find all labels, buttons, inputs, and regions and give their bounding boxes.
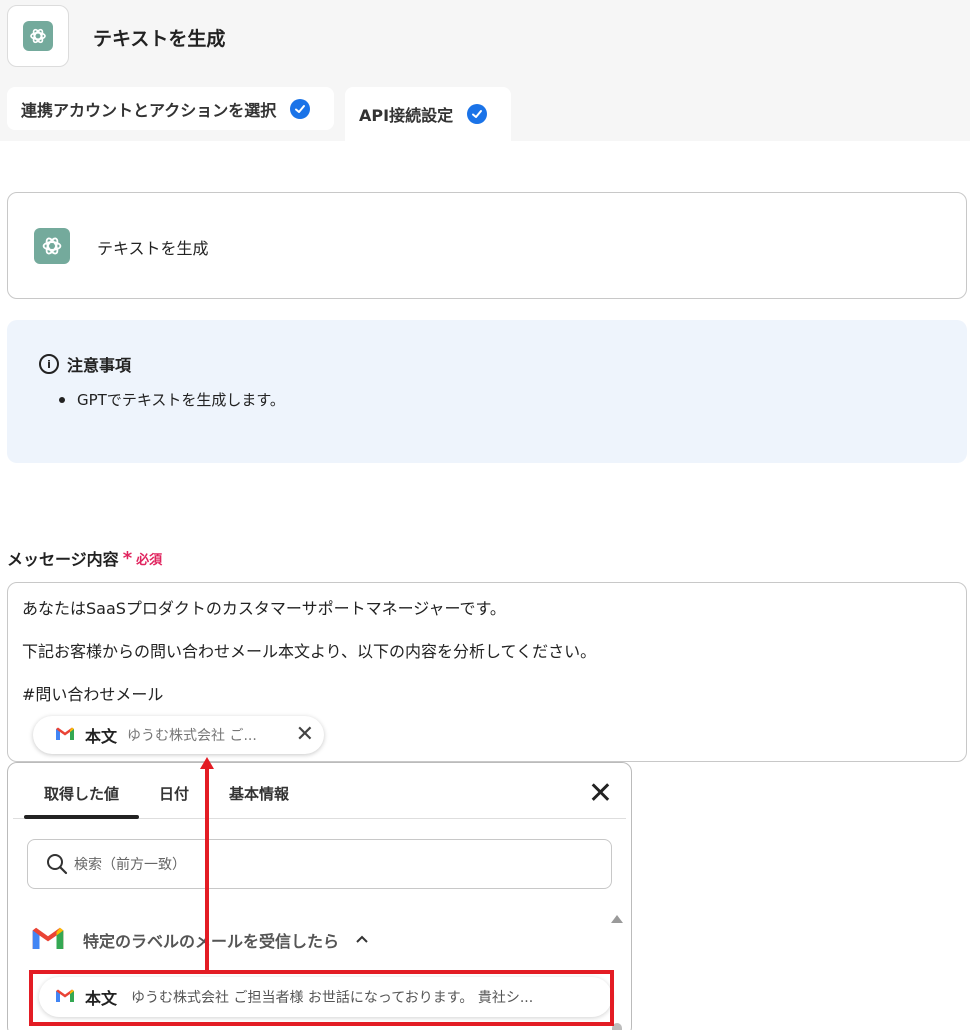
active-tab-indicator	[24, 815, 139, 819]
tab-label: 連携アカウントとアクションを選択	[21, 100, 277, 120]
check-circle-icon	[467, 104, 488, 124]
app-root: テキストを生成 連携アカウントとアクションを選択 API接続設定 テキストを生成…	[0, 0, 970, 1030]
chip-label: 本文	[85, 727, 118, 746]
notice-header: i 注意事項	[39, 352, 131, 376]
section-header[interactable]: 特定のラベルのメールを受信したら	[31, 925, 369, 955]
gmail-icon	[31, 925, 65, 955]
tab-acquired-values[interactable]: 取得した値	[44, 783, 119, 804]
close-icon[interactable]: ✕	[588, 779, 613, 809]
gmail-icon	[55, 726, 75, 745]
message-field-label: メッセージ内容 * 必須	[7, 546, 162, 570]
chip-value: ゆうむ株式会社 ご...	[127, 728, 257, 744]
message-line: あなたはSaaSプロダクトのカスタマーサポートマネージャーです。	[22, 599, 506, 618]
annotation-arrow-head-icon	[200, 757, 214, 769]
search-icon	[46, 853, 68, 875]
message-line: 下記お客様からの問い合わせメール本文より、以下の内容を分析してください。	[22, 642, 597, 661]
action-title: テキストを生成	[97, 239, 209, 258]
variable-chip[interactable]: 本文 ゆうむ株式会社 ご... ✕	[33, 716, 324, 754]
section-title: 特定のラベルのメールを受信したら	[83, 932, 340, 951]
notice-item-text: GPTでテキストを生成します。	[77, 391, 285, 409]
message-textarea[interactable]: あなたはSaaSプロダクトのカスタマーサポートマネージャーです。 下記お客様から…	[7, 582, 967, 762]
page-title: テキストを生成	[93, 28, 226, 50]
app-icon-box	[7, 5, 69, 67]
check-circle-icon	[290, 98, 311, 119]
close-icon[interactable]: ✕	[296, 724, 314, 746]
chevron-up-icon[interactable]	[355, 932, 369, 948]
message-line: #問い合わせメール	[22, 685, 164, 704]
info-icon: i	[39, 354, 59, 374]
tab-api-settings[interactable]: API接続設定	[345, 87, 511, 141]
notice-box: i 注意事項 GPTでテキストを生成します。	[7, 320, 967, 463]
header: テキストを生成 連携アカウントとアクションを選択 API接続設定	[0, 0, 970, 141]
search-placeholder: 検索（前方一致）	[74, 857, 186, 873]
required-text: 必須	[136, 552, 163, 568]
tab-label: API接続設定	[359, 106, 454, 125]
search-input[interactable]: 検索（前方一致）	[27, 839, 612, 889]
annotation-arrow-line	[205, 768, 209, 970]
required-mark: *	[122, 547, 133, 569]
tab-account-action[interactable]: 連携アカウントとアクションを選択	[7, 87, 334, 130]
tab-date[interactable]: 日付	[159, 783, 189, 804]
field-label-text: メッセージ内容	[7, 550, 119, 569]
chatgpt-logo-icon	[23, 21, 53, 51]
chatgpt-logo-icon	[34, 228, 70, 264]
notice-title: 注意事項	[67, 356, 132, 375]
action-card[interactable]: テキストを生成	[7, 192, 967, 299]
scroll-up-arrow-icon[interactable]	[611, 915, 623, 923]
tab-basic-info[interactable]: 基本情報	[229, 783, 289, 804]
annotation-highlight-box	[29, 970, 614, 1026]
bullet-icon	[59, 396, 65, 403]
notice-item: GPTでテキストを生成します。	[59, 389, 285, 410]
